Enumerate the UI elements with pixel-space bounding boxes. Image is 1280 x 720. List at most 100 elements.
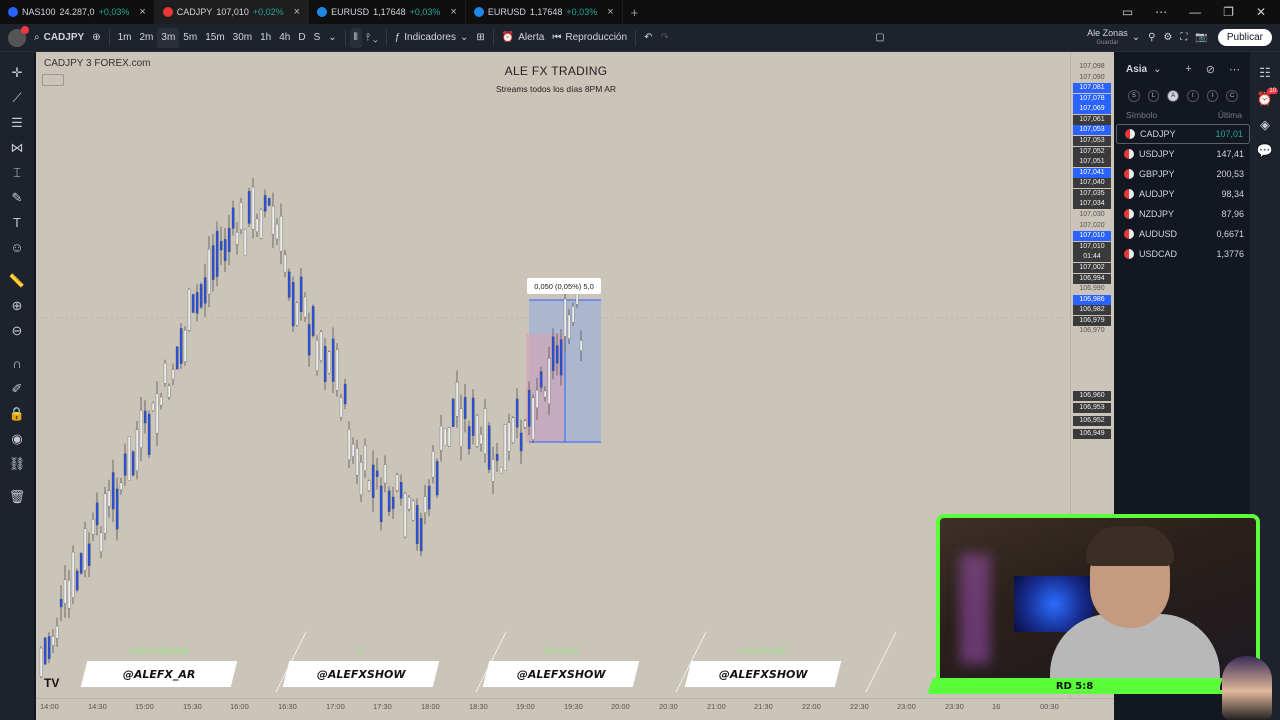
layers-icon[interactable]: ◈ (1254, 112, 1276, 138)
patterns-icon[interactable]: ⋈ (4, 135, 30, 160)
interval-dropdown-icon[interactable]: ⌄ (324, 28, 340, 48)
watchlist-row[interactable]: AUDUSD 0,6671 (1116, 224, 1250, 244)
layouts-icon[interactable]: ⊞ (472, 28, 488, 48)
close-icon[interactable]: × (450, 6, 456, 18)
legend-collapse-button[interactable] (42, 74, 64, 86)
interval-1h[interactable]: 1h (256, 28, 275, 48)
layout-name[interactable]: Ale Zonas Guardar (1087, 28, 1128, 48)
watchlist-icon[interactable]: ☷ (1254, 60, 1276, 86)
watchlist-row[interactable]: NZDJPY 87,96 (1116, 204, 1250, 224)
link-icon[interactable]: ⛓ (4, 451, 30, 476)
quick-search-icon[interactable]: ⚲ (1144, 28, 1159, 48)
chevron-down-icon[interactable]: ⌄ (1128, 28, 1144, 48)
undo-icon[interactable]: ↶ (640, 28, 656, 48)
ruler-icon[interactable]: 📏 (4, 268, 30, 293)
window-close-icon[interactable]: ✕ (1256, 5, 1266, 19)
candle-body (403, 493, 407, 538)
interval-s[interactable]: S (310, 28, 325, 48)
interval-2m[interactable]: 2m (135, 28, 157, 48)
lock-icon[interactable]: 🔒 (4, 401, 30, 426)
close-icon[interactable]: × (139, 6, 145, 18)
filter-a[interactable]: A (1167, 90, 1180, 102)
browser-tab-eurusd-2[interactable]: EURUSD 1,17648 +0,03% × (466, 0, 623, 24)
layout-icon[interactable]: ▭ (1122, 5, 1133, 19)
indicators-button[interactable]: ƒ Indicadores ⌄ (391, 28, 473, 48)
zoom-in-icon[interactable]: ⊕ (4, 293, 30, 318)
time-scale[interactable]: 14:00 14:30 15:00 15:30 16:00 16:30 17:00 17:30… (36, 698, 1114, 720)
interval-4h[interactable]: 4h (275, 28, 294, 48)
brush-icon[interactable]: ✎ (4, 185, 30, 210)
watchlist-title[interactable]: Asia (1126, 64, 1147, 75)
avatar[interactable] (8, 25, 29, 47)
cursor-icon[interactable]: ✛ (4, 60, 30, 85)
sections-icon[interactable]: ⊘ (1206, 63, 1215, 76)
interval-d[interactable]: D (294, 28, 309, 48)
alerts-badge: 10 (1267, 88, 1278, 94)
gear-icon[interactable]: ⚙ (1159, 28, 1176, 48)
interval-30m[interactable]: 30m (229, 28, 256, 48)
col-last[interactable]: Última (1218, 110, 1242, 120)
more-icon[interactable]: ⋯ (1155, 5, 1167, 19)
chart-pane[interactable]: CADJPY 3 FOREX.com ALE FX TRADING Stream… (36, 52, 1070, 698)
new-tab-icon[interactable]: + (623, 5, 647, 20)
browser-tab-cadjpy[interactable]: CADJPY 107,010 +0,02% × (154, 0, 310, 24)
pencil-lock-icon[interactable]: ✐ (4, 376, 30, 401)
chart-type-icon[interactable]: ⫯ ⌄ (362, 28, 382, 48)
redo-icon[interactable]: ↷ (656, 28, 672, 48)
more-icon[interactable]: ⋯ (1229, 63, 1240, 76)
browser-tab-nas100[interactable]: NAS100 24.287,0 +0,03% × (0, 0, 155, 24)
flag-icon (1124, 149, 1134, 159)
candles-icon[interactable]: ⫴ (349, 27, 362, 48)
add-symbol-icon[interactable]: ⊕ (88, 28, 104, 48)
eye-icon[interactable]: ◉ (4, 426, 30, 451)
flag-icon (1125, 129, 1135, 139)
time-label: 15:30 (183, 702, 202, 711)
alert-button[interactable]: ⏰ Alerta (498, 28, 549, 48)
emoji-icon[interactable]: ☺ (4, 235, 30, 260)
text-icon[interactable]: T (4, 210, 30, 235)
magnet-icon[interactable]: ∩ (4, 351, 30, 376)
interval-5m[interactable]: 5m (179, 28, 201, 48)
candle-body (151, 402, 155, 411)
watchlist-row[interactable]: AUDJPY 98,34 (1116, 184, 1250, 204)
chevron-down-icon[interactable]: ⌄ (1153, 64, 1161, 75)
chat-icon[interactable]: 💬 (1254, 138, 1276, 164)
add-icon[interactable]: + (1185, 63, 1191, 76)
filter-i[interactable]: I (1187, 90, 1199, 102)
publish-button[interactable]: Publicar (1217, 29, 1272, 46)
watchlist-row[interactable]: USDCAD 1,3776 (1116, 244, 1250, 264)
filter-i2[interactable]: I (1206, 90, 1219, 102)
projection-icon[interactable]: ⌶ (4, 160, 30, 185)
filter-s[interactable]: S (1128, 90, 1140, 102)
watchlist-row[interactable]: GBPJPY 200,53 (1116, 164, 1250, 184)
replay-button[interactable]: ⏮ Reproducción (548, 28, 631, 48)
candle-body (387, 490, 391, 512)
watchlist-row[interactable]: USDJPY 147,41 (1116, 144, 1250, 164)
time-label: 00:30 (1040, 702, 1059, 711)
fullscreen-toggle-icon[interactable]: ▢ (871, 28, 888, 48)
maximize-icon[interactable]: ❐ (1223, 5, 1234, 19)
trend-line-icon[interactable]: ⟋ (4, 85, 30, 110)
watchlist-row[interactable]: CADJPY 107,01 (1116, 124, 1250, 144)
zoom-out-icon[interactable]: ⊖ (4, 318, 30, 343)
cadjpy-favicon (162, 7, 173, 17)
filter-c[interactable]: C (1226, 90, 1239, 102)
filter-l[interactable]: L (1147, 90, 1160, 102)
symbol-search[interactable]: ⌕ CADJPY (30, 28, 88, 48)
close-icon[interactable]: × (294, 6, 300, 18)
tradingview-logo-icon[interactable]: TV (44, 676, 66, 692)
fullscreen-icon[interactable]: ⛶ (1176, 28, 1191, 48)
camera-icon[interactable]: 📷 (1191, 28, 1211, 48)
candle-body (175, 346, 179, 370)
interval-1m[interactable]: 1m (114, 28, 136, 48)
trash-icon[interactable]: 🗑 (4, 484, 30, 509)
alerts-icon[interactable]: ⏰ 10 (1254, 86, 1278, 112)
fib-icon[interactable]: ☰ (4, 110, 30, 135)
interval-15m[interactable]: 15m (201, 28, 228, 48)
col-symbol[interactable]: Símbolo (1126, 110, 1157, 120)
browser-tab-eurusd-1[interactable]: EURUSD 1,17648 +0,03% × (309, 0, 466, 24)
close-icon[interactable]: × (607, 6, 613, 18)
candle-body (343, 383, 347, 405)
minimize-icon[interactable]: — (1189, 5, 1201, 19)
interval-3m[interactable]: 3m (157, 27, 180, 48)
